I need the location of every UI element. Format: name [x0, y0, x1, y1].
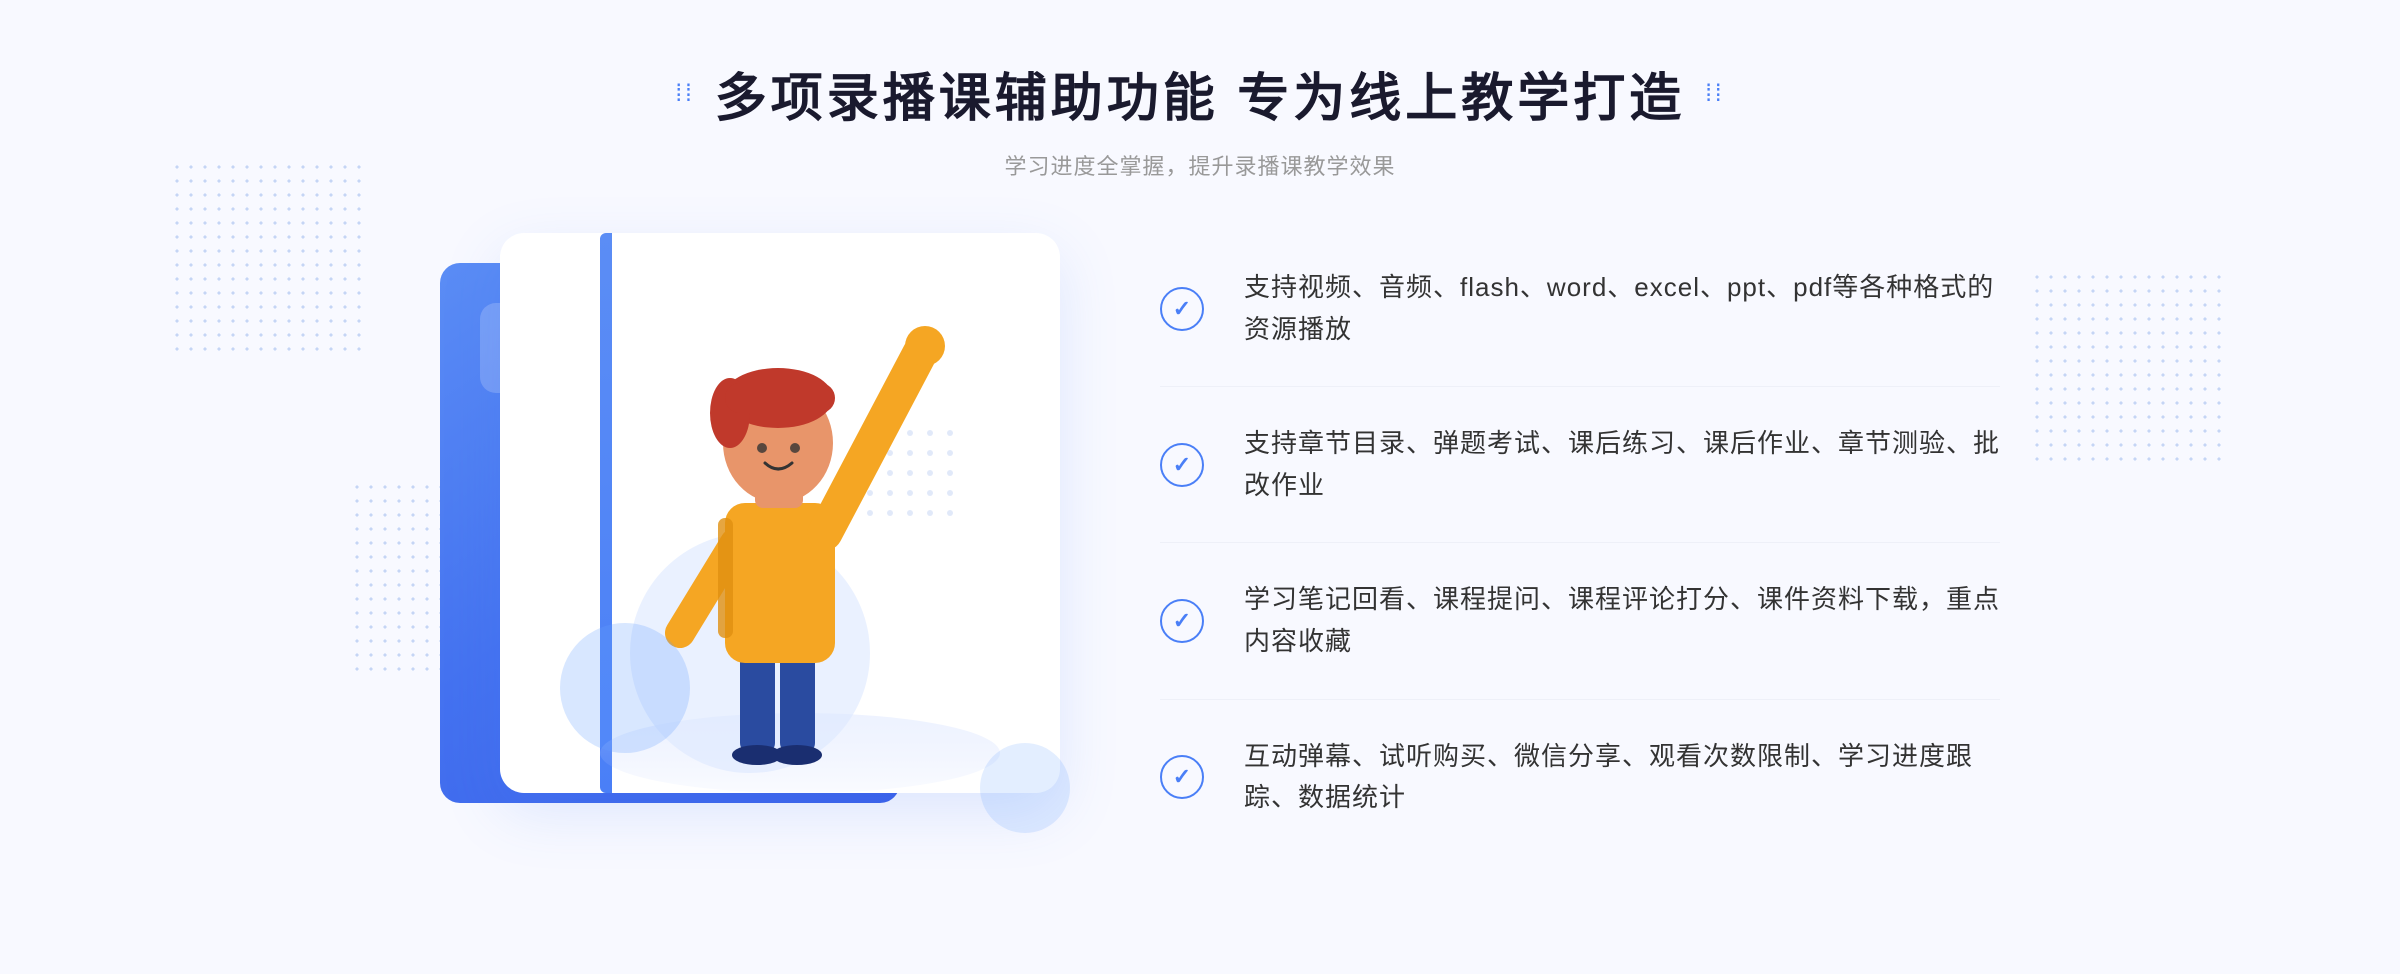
page-subtitle: 学习进度全掌握，提升录播课教学效果 [675, 149, 1724, 181]
check-mark-3: ✓ [1173, 610, 1191, 632]
check-icon-1: ✓ [1160, 287, 1204, 331]
page-header: ⁞⁞ 多项录播课辅助功能 专为线上教学打造 ⁞⁞ 学习进度全掌握，提升录播课教学… [675, 56, 1724, 181]
check-icon-2: ✓ [1160, 443, 1204, 487]
feature-item-1: ✓ 支持视频、音频、flash、word、excel、ppt、pdf等各种格式的… [1160, 231, 2000, 387]
title-row: ⁞⁞ 多项录播课辅助功能 专为线上教学打造 ⁞⁞ [675, 56, 1724, 131]
feature-text-2: 支持章节目录、弹题考试、课后练习、课后作业、章节测验、批改作业 [1244, 423, 2000, 506]
check-mark-1: ✓ [1173, 298, 1191, 320]
dots-icon-left: ⁞⁞ [675, 80, 694, 108]
feature-item-4: ✓ 互动弹幕、试听购买、微信分享、观看次数限制、学习进度跟踪、数据统计 [1160, 700, 2000, 855]
check-icon-4: ✓ [1160, 755, 1204, 799]
illustration-container: 《 [400, 233, 1080, 853]
check-mark-4: ✓ [1173, 766, 1191, 788]
circle-deco-1 [560, 623, 690, 753]
features-list: ✓ 支持视频、音频、flash、word、excel、ppt、pdf等各种格式的… [1080, 231, 2000, 855]
page-container: ⁞⁞ 多项录播课辅助功能 专为线上教学打造 ⁞⁞ 学习进度全掌握，提升录播课教学… [0, 0, 2400, 974]
check-mark-2: ✓ [1173, 454, 1191, 476]
main-content: 《 [400, 231, 2000, 855]
dot-grid-top-right [2030, 270, 2230, 470]
feature-item-2: ✓ 支持章节目录、弹题考试、课后练习、课后作业、章节测验、批改作业 [1160, 387, 2000, 543]
dots-icon-right: ⁞⁞ [1705, 80, 1724, 108]
circle-deco-2 [980, 743, 1070, 833]
check-icon-3: ✓ [1160, 599, 1204, 643]
dot-grid-top-left [170, 160, 370, 360]
feature-text-3: 学习笔记回看、课程提问、课程评论打分、课件资料下载，重点内容收藏 [1244, 579, 2000, 662]
feature-item-3: ✓ 学习笔记回看、课程提问、课程评论打分、课件资料下载，重点内容收藏 [1160, 543, 2000, 699]
feature-text-1: 支持视频、音频、flash、word、excel、ppt、pdf等各种格式的资源… [1244, 267, 2000, 350]
page-title: 多项录播课辅助功能 专为线上教学打造 [715, 56, 1685, 131]
feature-text-4: 互动弹幕、试听购买、微信分享、观看次数限制、学习进度跟踪、数据统计 [1244, 736, 2000, 819]
